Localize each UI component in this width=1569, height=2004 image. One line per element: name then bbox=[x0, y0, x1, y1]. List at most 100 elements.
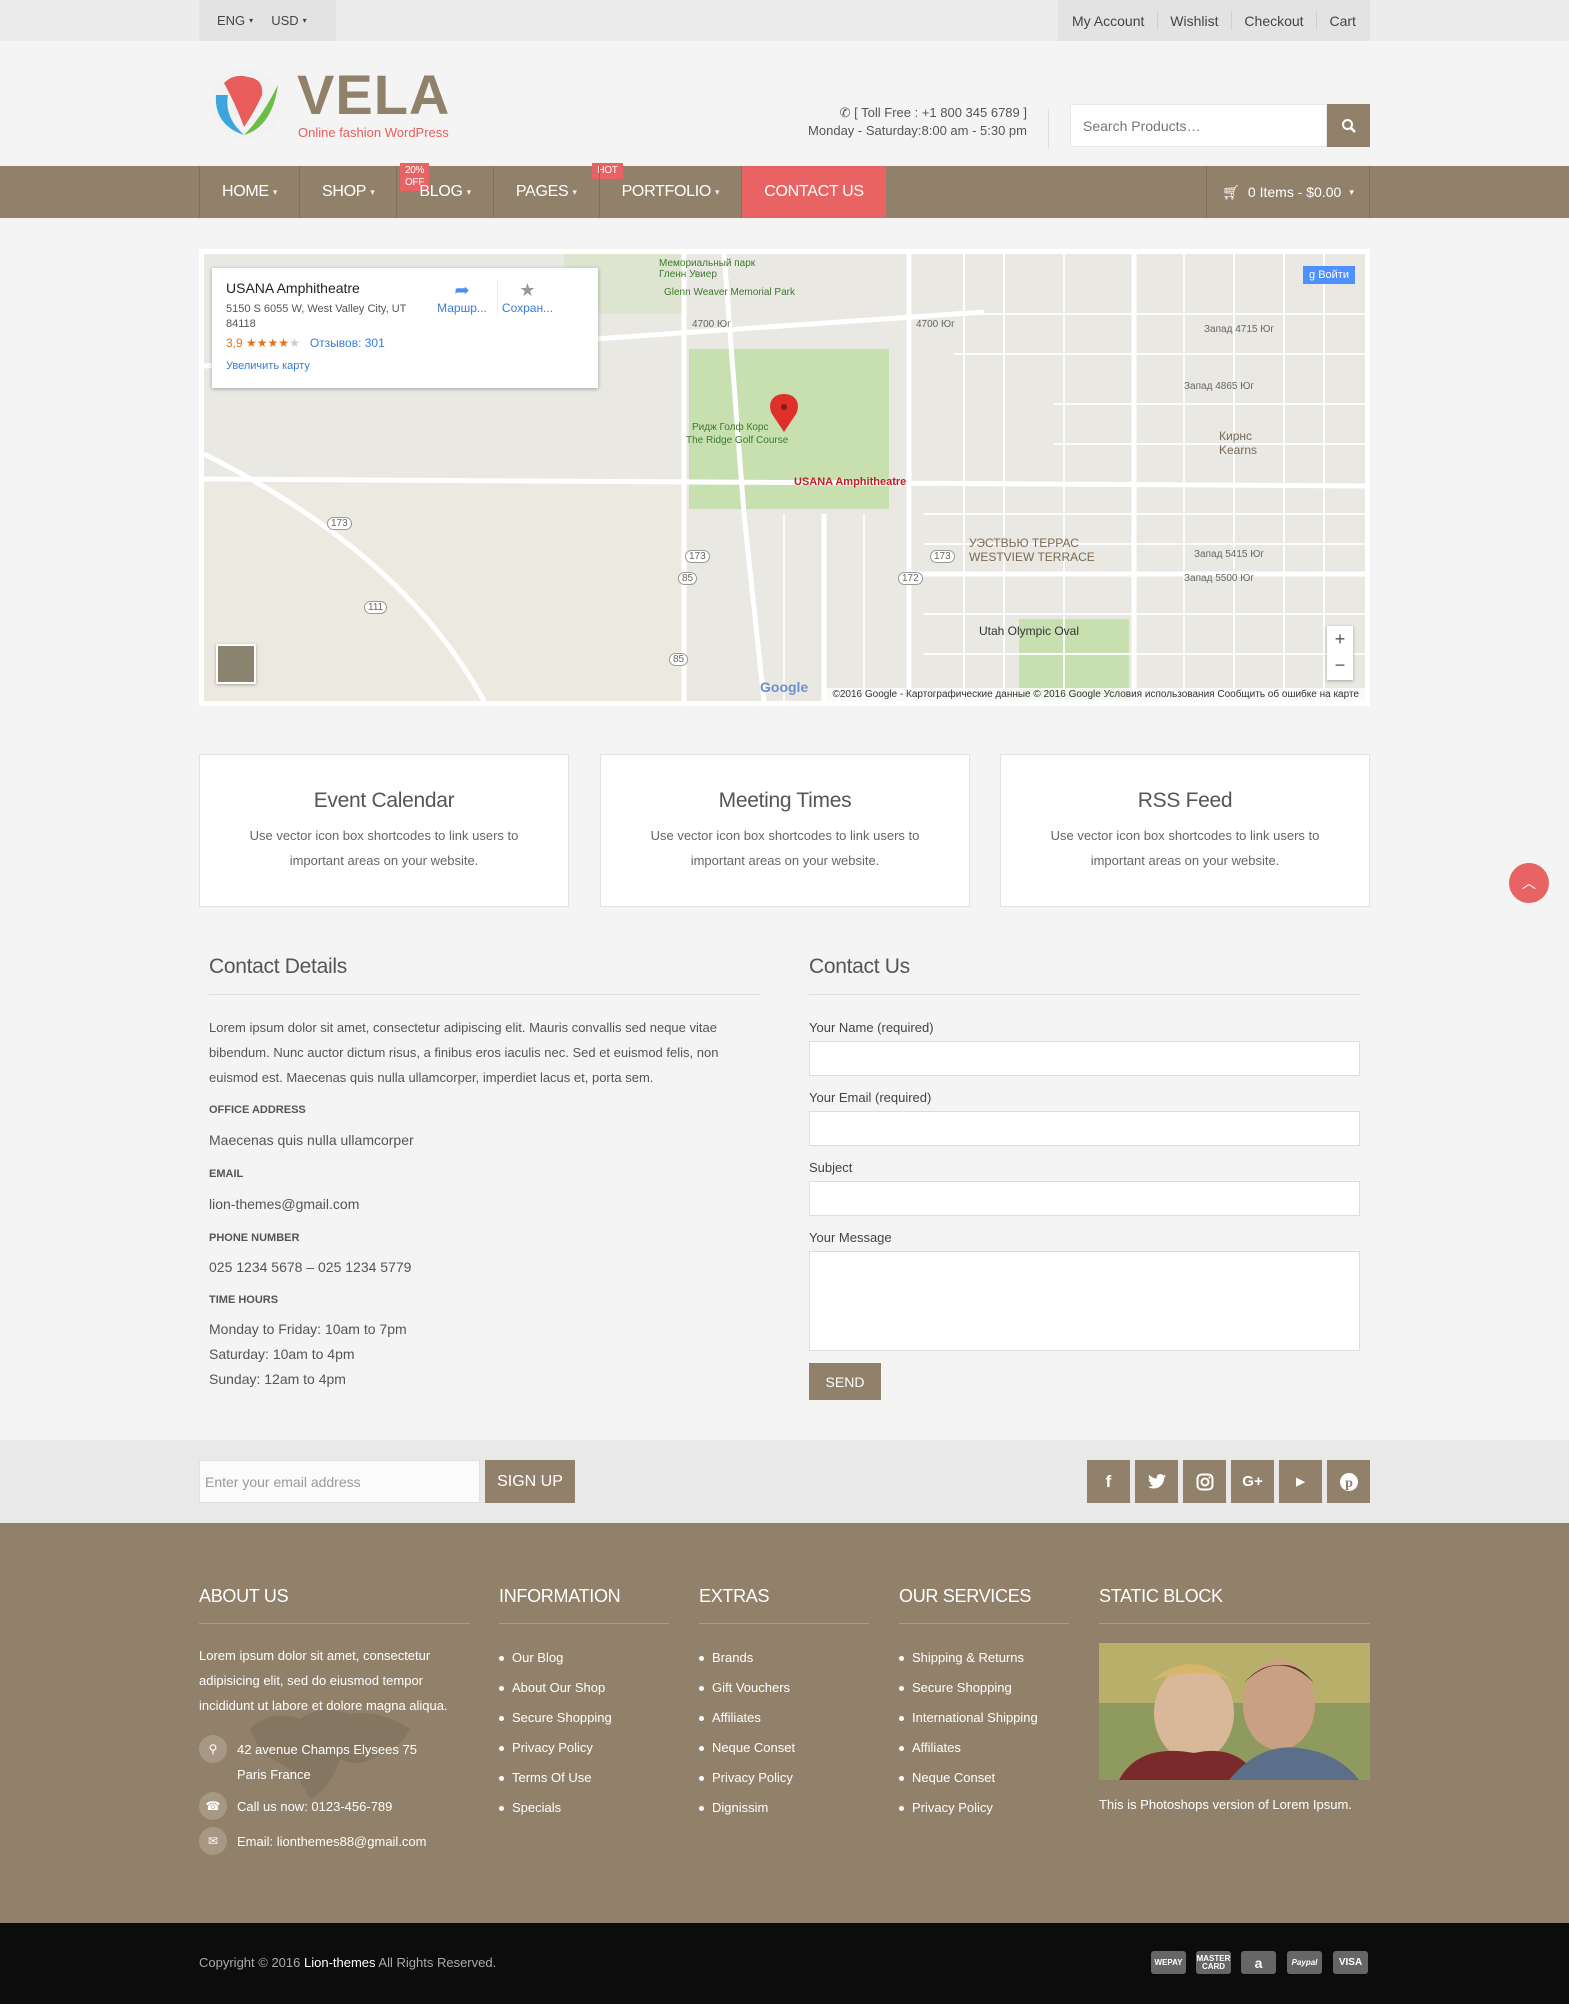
footer-link[interactable]: Gift Vouchers bbox=[699, 1673, 795, 1703]
reviews-link[interactable]: Отзывов: 301 bbox=[310, 336, 385, 350]
feature-box: Meeting Times Use vector icon box shortc… bbox=[600, 754, 970, 907]
email-field[interactable] bbox=[809, 1111, 1360, 1146]
email-text[interactable]: Email: lionthemes88@gmail.com bbox=[237, 1827, 427, 1855]
map-pin-label[interactable]: USANA Amphitheatre bbox=[794, 476, 906, 488]
currency-dropdown[interactable]: USD ▾ bbox=[271, 13, 324, 28]
map-label-westview-en: WESTVIEW TERRACE bbox=[969, 550, 1095, 564]
footer-link[interactable]: Privacy Policy bbox=[699, 1763, 795, 1793]
nav-label: PAGES bbox=[515, 183, 569, 200]
save-place-button[interactable]: ★ Сохран... bbox=[497, 280, 557, 315]
send-button[interactable]: SEND bbox=[809, 1363, 881, 1400]
google-plus-icon[interactable]: G+ bbox=[1231, 1460, 1274, 1503]
message-textarea[interactable] bbox=[809, 1251, 1360, 1351]
divider bbox=[209, 994, 760, 995]
zoom-out-button[interactable]: − bbox=[1327, 652, 1353, 678]
back-to-top-button[interactable]: ︿ bbox=[1509, 863, 1549, 903]
footer-link[interactable]: Specials bbox=[499, 1793, 612, 1823]
street-view-thumbnail[interactable] bbox=[216, 644, 256, 684]
footer-services-title: OUR SERVICES bbox=[899, 1586, 1032, 1606]
chevron-down-icon: ▾ bbox=[715, 186, 720, 197]
nav-shop[interactable]: SHOP ▾ 20% OFF bbox=[299, 163, 430, 218]
nav-contact-us[interactable]: CONTACT US bbox=[741, 166, 886, 218]
nav-portfolio[interactable]: PORTFOLIO ▾ bbox=[598, 166, 742, 218]
footer-link[interactable]: Dignissim bbox=[699, 1793, 795, 1823]
footer-link[interactable]: Privacy Policy bbox=[499, 1733, 612, 1763]
pinterest-icon[interactable]: p bbox=[1327, 1460, 1370, 1503]
name-field[interactable] bbox=[809, 1041, 1360, 1076]
checkout-link[interactable]: Checkout bbox=[1244, 13, 1303, 29]
my-account-link[interactable]: My Account bbox=[1072, 13, 1144, 29]
newsletter-bar: Enter your email address SIGN UP f G+ ▶ … bbox=[0, 1440, 1569, 1523]
footer-link[interactable]: Our Blog bbox=[499, 1643, 612, 1673]
map-label-road: 4700 Юг bbox=[692, 319, 731, 330]
footer-link[interactable]: Affiliates bbox=[699, 1703, 795, 1733]
footer-link[interactable]: Privacy Policy bbox=[899, 1793, 1038, 1823]
nav-blog[interactable]: BLOG ▾ HOT bbox=[396, 163, 623, 218]
contact-form-title: Contact Us bbox=[809, 955, 910, 978]
divider bbox=[1048, 109, 1049, 149]
map-zoom-control: + − bbox=[1327, 626, 1353, 680]
directions-button[interactable]: ➦ Маршр... bbox=[432, 280, 492, 315]
nav-label: PORTFOLIO bbox=[621, 183, 712, 200]
map-canvas[interactable]: Ридж Голф Корс The Ridge Golf Course Мем… bbox=[204, 254, 1365, 701]
divider bbox=[1099, 1623, 1370, 1624]
enlarge-map-link[interactable]: Увеличить карту bbox=[226, 360, 584, 372]
zoom-in-button[interactable]: + bbox=[1327, 626, 1353, 652]
footer-link[interactable]: Affiliates bbox=[899, 1733, 1038, 1763]
divider bbox=[1156, 11, 1158, 30]
footer-link[interactable]: Shipping & Returns bbox=[899, 1643, 1038, 1673]
contact-details-title: Contact Details bbox=[209, 955, 347, 978]
contact-email[interactable]: lion-themes@gmail.com bbox=[209, 1196, 359, 1212]
location-pin-icon: ⚲ bbox=[199, 1735, 227, 1763]
language-dropdown[interactable]: ENG ▾ bbox=[199, 13, 271, 28]
map-login-button[interactable]: g Войти bbox=[1303, 266, 1355, 284]
footer-link[interactable]: Terms Of Use bbox=[499, 1763, 612, 1793]
nav-pages[interactable]: PAGES ▾ bbox=[492, 166, 599, 218]
newsletter-email-input[interactable]: Enter your email address bbox=[199, 1460, 480, 1503]
wishlist-link[interactable]: Wishlist bbox=[1170, 13, 1218, 29]
nav-home[interactable]: HOME ▾ bbox=[199, 166, 299, 218]
mini-cart[interactable]: 🛒︎ 0 Items - $0.00 ▾ bbox=[1206, 166, 1370, 218]
office-address: Maecenas quis nulla ullamcorper bbox=[209, 1132, 414, 1148]
phone-label: PHONE NUMBER bbox=[209, 1232, 300, 1244]
logo-icon[interactable] bbox=[206, 65, 284, 143]
map-attribution[interactable]: ©2016 Google - Картографические данные ©… bbox=[826, 688, 1365, 701]
office-address-label: OFFICE ADDRESS bbox=[209, 1104, 306, 1116]
map-label-westview: УЭСТВЬЮ ТЕРРАС bbox=[969, 536, 1079, 550]
map-label-road: Запад 5500 Юг bbox=[1184, 573, 1254, 584]
footer-link[interactable]: Secure Shopping bbox=[499, 1703, 612, 1733]
account-links: My Account Wishlist Checkout Cart bbox=[1058, 0, 1370, 41]
feature-title: Event Calendar bbox=[313, 789, 455, 812]
instagram-icon[interactable] bbox=[1183, 1460, 1226, 1503]
google-logo: Google bbox=[760, 679, 809, 695]
facebook-icon[interactable]: f bbox=[1087, 1460, 1130, 1503]
search-button[interactable] bbox=[1327, 104, 1370, 147]
copyright-brand-link[interactable]: Lion-themes bbox=[304, 1955, 376, 1970]
footer-link[interactable]: Secure Shopping bbox=[899, 1673, 1038, 1703]
map-label-highway: 85 bbox=[678, 572, 698, 585]
business-hours: Monday - Saturday:8:00 am - 5:30 pm bbox=[808, 123, 1027, 138]
map-label-golf-en: The Ridge Golf Course bbox=[686, 435, 789, 446]
search-input[interactable] bbox=[1070, 104, 1327, 147]
footer-link[interactable]: International Shipping bbox=[899, 1703, 1038, 1733]
footer-link[interactable]: About Our Shop bbox=[499, 1673, 612, 1703]
footer-link[interactable]: Neque Conset bbox=[899, 1763, 1038, 1793]
hours-line: Sunday: 12am to 4pm bbox=[209, 1371, 346, 1387]
brand-name[interactable]: VELA bbox=[297, 67, 450, 123]
map-label-road: Запад 4715 Юг bbox=[1204, 324, 1274, 335]
cart-link[interactable]: Cart bbox=[1329, 13, 1355, 29]
mastercard-icon: MASTER CARD bbox=[1196, 1951, 1231, 1974]
footer-link[interactable]: Brands bbox=[699, 1643, 795, 1673]
youtube-icon[interactable]: ▶ bbox=[1279, 1460, 1322, 1503]
cart-icon: 🛒︎ bbox=[1222, 183, 1240, 200]
sign-up-button[interactable]: SIGN UP bbox=[485, 1460, 575, 1503]
twitter-icon[interactable] bbox=[1135, 1460, 1178, 1503]
map-label-olympic: Utah Olympic Oval bbox=[979, 624, 1080, 638]
footer-link[interactable]: Neque Conset bbox=[699, 1733, 795, 1763]
footer-static-title: STATIC BLOCK bbox=[1099, 1586, 1223, 1606]
map-label-highway: 173 bbox=[685, 550, 710, 563]
feature-title: RSS Feed bbox=[1137, 789, 1233, 812]
nav-label: BLOG bbox=[419, 183, 463, 200]
subject-field[interactable] bbox=[809, 1181, 1360, 1216]
subject-label: Subject bbox=[809, 1160, 853, 1175]
